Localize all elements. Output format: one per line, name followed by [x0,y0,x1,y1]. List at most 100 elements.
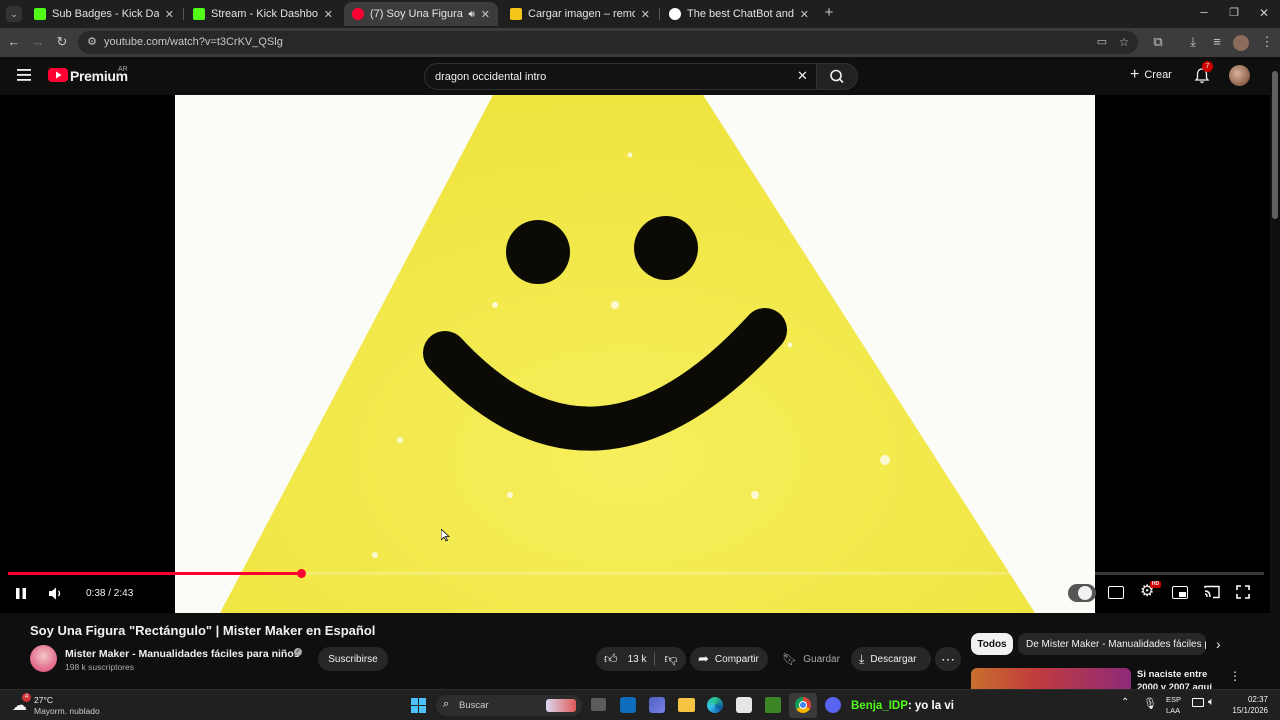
volume-icon[interactable] [48,586,64,601]
account-avatar[interactable] [1229,65,1250,86]
search-button[interactable] [816,63,858,90]
more-actions-icon[interactable]: ⋯ [935,647,961,671]
close-window-icon[interactable]: ✕ [1256,5,1272,21]
input-language[interactable]: ESP [1166,695,1181,704]
tab-separator [659,8,660,20]
page-scrollbar[interactable] [1270,57,1280,689]
address-bar[interactable]: ⚙︎ youtube.com/watch?v=t3CrKV_QSlg ▭ ☆ [78,31,1138,54]
save-button[interactable]: 🔖︎ Guardar [774,647,846,671]
recommended-video-thumbnail[interactable] [971,668,1131,689]
cast-icon[interactable] [1204,585,1220,599]
browser-tab-strip: ⌄ Sub Badges - Kick Dashboard ✕ Stream -… [0,0,1280,28]
downloads-icon[interactable]: ⤓ [1185,34,1201,50]
channel-avatar[interactable] [30,645,57,672]
bookmark-star-icon[interactable]: ☆ [1116,34,1132,50]
clear-search-icon[interactable]: ✕ [797,68,808,84]
microsoft-store-icon[interactable] [736,697,752,713]
profile-avatar[interactable] [1233,35,1249,51]
network-monitor-icon[interactable] [1192,698,1204,707]
tab-remove-bg[interactable]: Cargar imagen – remove.bg ✕ [502,2,658,26]
fullscreen-icon[interactable] [1236,585,1250,599]
progress-scrubber-handle[interactable] [297,569,306,578]
share-arrow-icon: ➦ [698,651,709,666]
forward-arrow-icon[interactable]: → [30,34,46,50]
reading-list-icon[interactable]: ≡ [1209,34,1225,50]
audio-playing-icon[interactable]: 🔊︎ [468,9,474,20]
scrollbar-thumb[interactable] [1272,71,1278,219]
reload-icon[interactable]: ↻ [54,34,70,50]
keyboard-layout[interactable]: LAA [1166,706,1180,715]
minecraft-icon[interactable] [765,697,781,713]
pause-icon[interactable] [15,587,27,600]
hamburger-menu-icon[interactable] [16,67,32,83]
discord-icon[interactable] [825,697,841,713]
windows-start-icon[interactable] [411,698,426,713]
create-button[interactable]: + Crear [1130,66,1172,84]
recommended-title-line1[interactable]: Si naciste entre [1137,669,1207,680]
tab-sub-badges[interactable]: Sub Badges - Kick Dashboard ✕ [26,2,182,26]
youtube-logo-icon[interactable] [48,68,68,82]
like-divider [654,652,655,666]
subscribe-button[interactable]: Suscribirse [318,647,388,671]
tab-chatbot-widgets[interactable]: The best ChatBot and Widgets ✕ [661,2,817,26]
extensions-puzzle-icon[interactable]: ⧉ [1150,34,1166,50]
tab-stream-dashboard[interactable]: Stream - Kick Dashboard ✕ [185,2,341,26]
like-button[interactable]: 👍︎ 13 k [596,647,654,671]
edge-icon[interactable] [707,697,723,713]
tab-search-chevron-icon[interactable]: ⌄ [6,6,22,22]
chrome-icon [795,697,811,713]
smiling-triangle-video-image [175,95,1095,613]
download-button[interactable]: ⤓ Descargar [851,647,931,671]
clock-time[interactable]: 02:37 [1230,695,1268,704]
autoplay-toggle[interactable] [1068,584,1096,602]
channel-name[interactable]: Mister Maker - Manualidades fáciles para… [65,648,300,660]
notification-count-badge: 7 [1202,61,1213,72]
microphone-icon[interactable]: 🎙︎ [1143,697,1157,710]
youtube-favicon-icon [352,8,364,20]
restore-window-icon[interactable]: ❐ [1226,5,1242,21]
miniplayer-icon[interactable] [1172,586,1188,599]
url-text[interactable]: youtube.com/watch?v=t3CrKV_QSlg [104,36,283,48]
recommended-title-line2[interactable]: 2000 y 2007 aquí [1137,682,1212,689]
close-tab-icon[interactable]: ✕ [481,8,490,21]
install-app-icon[interactable]: ▭ [1094,34,1110,50]
progress-bar-track[interactable] [8,569,1264,578]
clock-date[interactable]: 15/1/2026 [1226,706,1268,715]
thumbs-down-icon[interactable]: 👎︎ [656,647,686,671]
recommended-more-icon[interactable]: ⋮ [1229,669,1241,683]
search-input[interactable]: dragon occidental intro [435,71,546,83]
site-info-icon[interactable]: ⚙︎ [84,34,100,50]
weather-temperature[interactable]: 27°C [34,695,53,705]
minimize-window-icon[interactable]: – [1196,4,1212,20]
speaker-volume-icon[interactable]: 🔈︎ [1208,696,1215,709]
close-tab-icon[interactable]: ✕ [641,8,650,21]
outlook-icon[interactable] [620,697,636,713]
share-button[interactable]: ➦ Compartir [690,647,768,671]
file-explorer-icon[interactable] [678,698,695,712]
chip-all[interactable]: Todos [971,633,1013,655]
taskbar-search-box[interactable]: ⌕ Buscar [436,695,582,716]
chevron-right-icon[interactable]: › [1216,636,1221,652]
close-tab-icon[interactable]: ✕ [800,8,809,21]
chat-notification-overlay: Benja_IDP: yo la vi [851,700,954,712]
browser-menu-icon[interactable]: ⋮ [1259,34,1275,50]
verified-check-icon: ✓ [294,648,302,656]
back-arrow-icon[interactable]: ← [6,34,22,50]
chrome-taskbar-active[interactable] [789,693,817,718]
tray-overflow-chevron-icon[interactable]: ⌃ [1121,697,1129,708]
plus-icon: + [1130,66,1140,83]
search-box[interactable]: dragon occidental intro ✕ [424,63,817,90]
kick-favicon-icon [34,8,46,20]
video-frame[interactable] [175,95,1095,613]
close-tab-icon[interactable]: ✕ [165,8,174,21]
close-tab-icon[interactable]: ✕ [324,8,333,21]
task-view-icon[interactable] [591,698,606,711]
weather-condition[interactable]: Mayorm. nublado [34,706,100,716]
tab-youtube-active[interactable]: (7) Soy Una Figura "Rectáng 🔊︎ ✕ [344,2,498,26]
chip-channel[interactable]: De Mister Maker - Manualidades fáciles p… [1018,633,1206,655]
video-player[interactable]: 0:38 / 2:43 ⚙︎ HD [0,95,1280,613]
new-tab-plus-icon[interactable]: + [821,5,837,21]
subtitles-icon[interactable] [1108,586,1124,599]
search-highlight-image [546,699,576,712]
teams-icon[interactable] [649,697,665,713]
